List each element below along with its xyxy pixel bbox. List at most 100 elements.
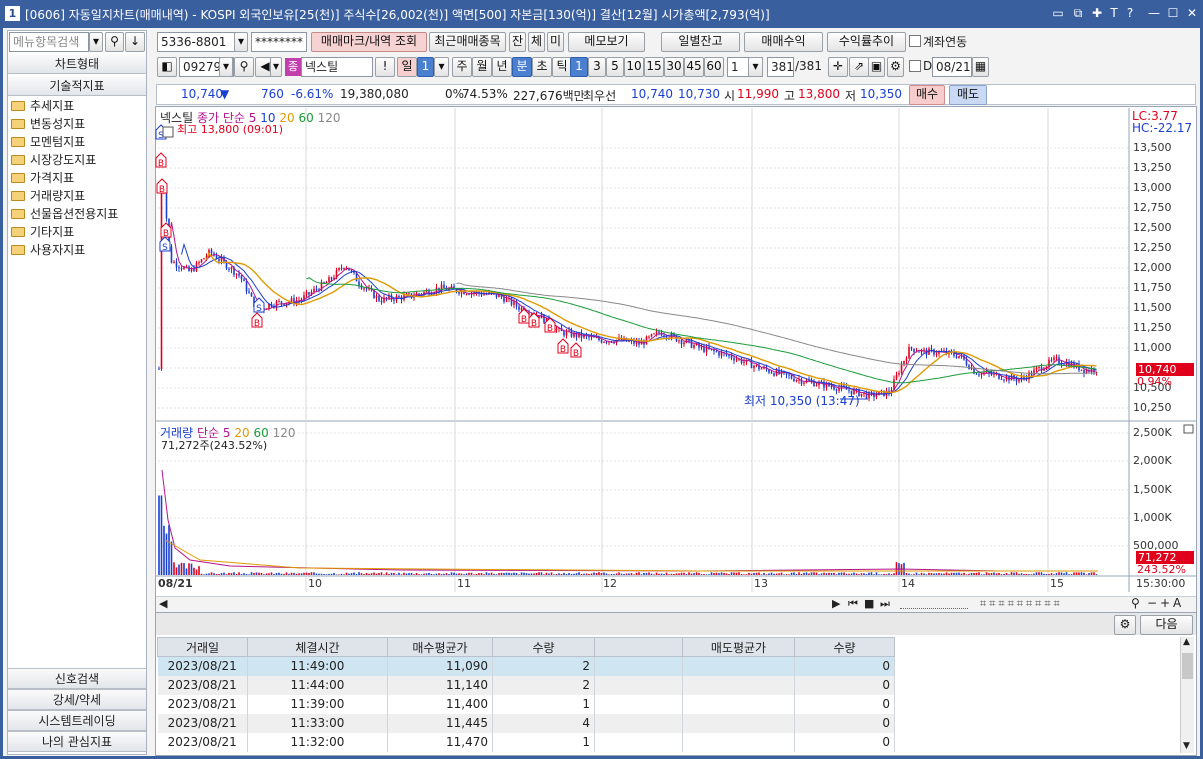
candle-body [178,267,180,269]
volume-bar [865,573,868,575]
table-cell [682,694,795,714]
candle-body [305,292,308,296]
volume-bar [825,573,828,575]
volume-bar [370,573,373,575]
volume-bar [773,573,775,575]
candle-body [200,259,203,263]
candle-body [375,295,378,299]
volume-bar [283,573,285,575]
table-header[interactable]: 매도평균가 [682,637,795,657]
table-header[interactable]: 수량 [492,637,595,657]
table-settings-icon[interactable]: ⚙ [1114,615,1136,635]
volume-bar [910,574,913,575]
volume-bar [768,573,770,575]
memo-icon[interactable] [162,126,174,138]
volume-bar [448,574,450,575]
table-header[interactable] [594,637,683,657]
volume-bar [985,572,988,575]
volume-bar [700,574,703,575]
table-header[interactable]: 수량 [794,637,895,657]
candle-body [830,386,833,388]
volume-bar [540,572,543,575]
candle-body [835,389,838,391]
candle-body [958,355,960,358]
volume-bar [205,573,208,575]
table-scrollbar[interactable]: ▲ ▼ [1180,637,1194,753]
zoom-icon[interactable]: ⚲ [1131,596,1140,610]
table-row[interactable]: 2023/08/21 11:39:00 11,400 1 0 [157,694,895,714]
zoom-slider[interactable] [900,600,968,609]
volume-bar [880,574,883,575]
scroll-left-icon[interactable]: ◀ [159,597,167,610]
scroll-right-icon[interactable]: ▶ [832,597,840,610]
volume-bar [420,574,423,575]
volume-bar [530,573,533,575]
marker-letter: B [573,349,579,359]
table-cell: 11,400 [387,694,493,714]
scrollbar-thumb[interactable] [1182,653,1193,679]
volume-bar [225,574,228,575]
table-header[interactable]: 매수평균가 [387,637,493,657]
volume-bar [198,566,200,575]
candle-body [160,191,163,369]
drawing-tools-icon[interactable]: ⌗⌗⌗⌗⌗⌗⌗⌗⌗ [980,597,1063,611]
volume-bar [473,574,475,575]
zoom-out-icon[interactable]: − [1147,596,1157,610]
candle-body [605,341,608,343]
table-row[interactable]: 2023/08/21 11:33:00 11,445 4 0 [157,713,895,733]
table-row[interactable]: 2023/08/21 11:44:00 11,140 2 0 [157,675,895,695]
volume-bar [970,572,973,575]
table-cell: 11:33:00 [247,713,388,733]
pane-close-icon[interactable] [1183,424,1194,434]
volume-bar [658,573,660,575]
table-cell: 0 [794,656,895,676]
candle-body [1015,378,1018,382]
volume-bar [625,573,628,575]
volume-bar [523,572,525,575]
volume-bar [863,573,865,575]
table-header[interactable]: 체결시간 [247,637,388,657]
scroll-down-icon[interactable]: ▼ [1183,741,1190,751]
chart-navigation-bar: ◀ ▶ ⏮ ■ ⏭ ⌗⌗⌗⌗⌗⌗⌗⌗⌗ ⚲ − + A [156,596,1196,612]
volume-bar [413,574,415,575]
candle-body [198,262,200,264]
volume-bar [470,572,473,575]
volume-bar [505,572,508,575]
text-tool-icon[interactable]: A [1173,596,1181,610]
volume-bar [688,572,690,575]
volume-bar [845,573,848,575]
volume-bar [270,572,273,575]
candle-body [180,268,183,270]
table-row[interactable]: 2023/08/21 11:49:00 11,090 2 0 [157,656,895,676]
volume-bar [533,573,535,575]
volume-bar [218,574,220,575]
volume-bar [648,572,650,575]
table-header[interactable]: 거래일 [157,637,248,657]
volume-bar [665,572,668,575]
high-note: 최고 13,800 (09:01) [177,123,284,136]
volume-bar [353,572,355,575]
volume-bar [240,574,243,575]
volume-bar [548,573,550,575]
candle-body [1055,357,1058,359]
volume-bar [875,572,878,575]
volume-bar [1018,573,1020,575]
volume-bar [365,572,368,575]
volume-bar [295,573,298,575]
volume-bar [403,572,405,575]
candle-body [773,373,775,376]
stop-icon[interactable]: ■ [864,597,874,610]
rewind-icon[interactable]: ⏮ [848,597,858,611]
fast-forward-icon[interactable]: ⏭ [880,597,890,611]
volume-bar [1000,574,1003,575]
volume-bar [725,573,728,575]
volume-bar [598,572,600,575]
next-button[interactable]: 다음 [1140,615,1193,635]
scroll-up-icon[interactable]: ▲ [1183,637,1190,647]
volume-bar [193,567,195,575]
volume-bar [993,572,995,575]
table-cell: 11:39:00 [247,694,388,714]
volume-bar [433,574,435,575]
zoom-in-icon[interactable]: + [1160,596,1170,610]
table-row[interactable]: 2023/08/21 11:32:00 11,470 1 0 [157,732,895,752]
